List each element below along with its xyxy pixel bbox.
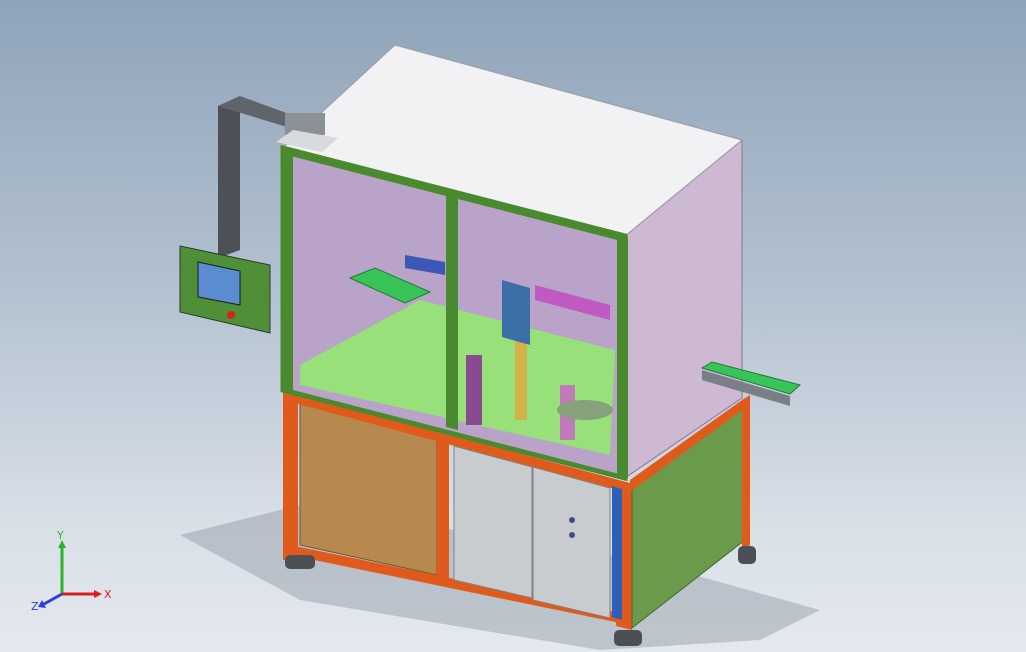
machine-model-3d-view[interactable] <box>0 0 1026 652</box>
door-lock-upper <box>569 517 575 523</box>
x-axis-label: X <box>104 588 112 601</box>
coordinate-triad: Y X Z <box>31 530 112 613</box>
enclosure-frame-mid-post <box>446 192 458 430</box>
base-frame-blue-strip <box>612 486 622 620</box>
x-axis-arrow <box>94 590 102 598</box>
cabinet-door-right <box>532 466 611 619</box>
hmi-arm-vertical <box>218 96 240 258</box>
caster-front-right <box>614 630 642 646</box>
cabinet-door-left <box>453 445 533 599</box>
base-frame-mid-post <box>437 438 449 588</box>
hmi-emergency-stop[interactable] <box>227 311 235 319</box>
interior-turntable <box>557 400 613 420</box>
enclosure-frame-left-post <box>283 148 293 392</box>
caster-back-right <box>738 546 756 564</box>
door-lock-lower <box>569 532 575 538</box>
enclosure-frame-right-post <box>617 234 628 478</box>
base-frame-right-post <box>742 395 750 550</box>
base-frame-left-side <box>283 393 298 560</box>
interior-blue-cylinder <box>502 280 530 345</box>
z-axis-label: Z <box>31 600 39 613</box>
interior-column-purple <box>466 355 482 425</box>
caster-front-left <box>285 555 315 569</box>
z-axis-line <box>43 592 63 606</box>
cad-viewport[interactable]: Y X Z <box>0 0 1026 652</box>
y-axis-label: Y <box>56 530 64 542</box>
